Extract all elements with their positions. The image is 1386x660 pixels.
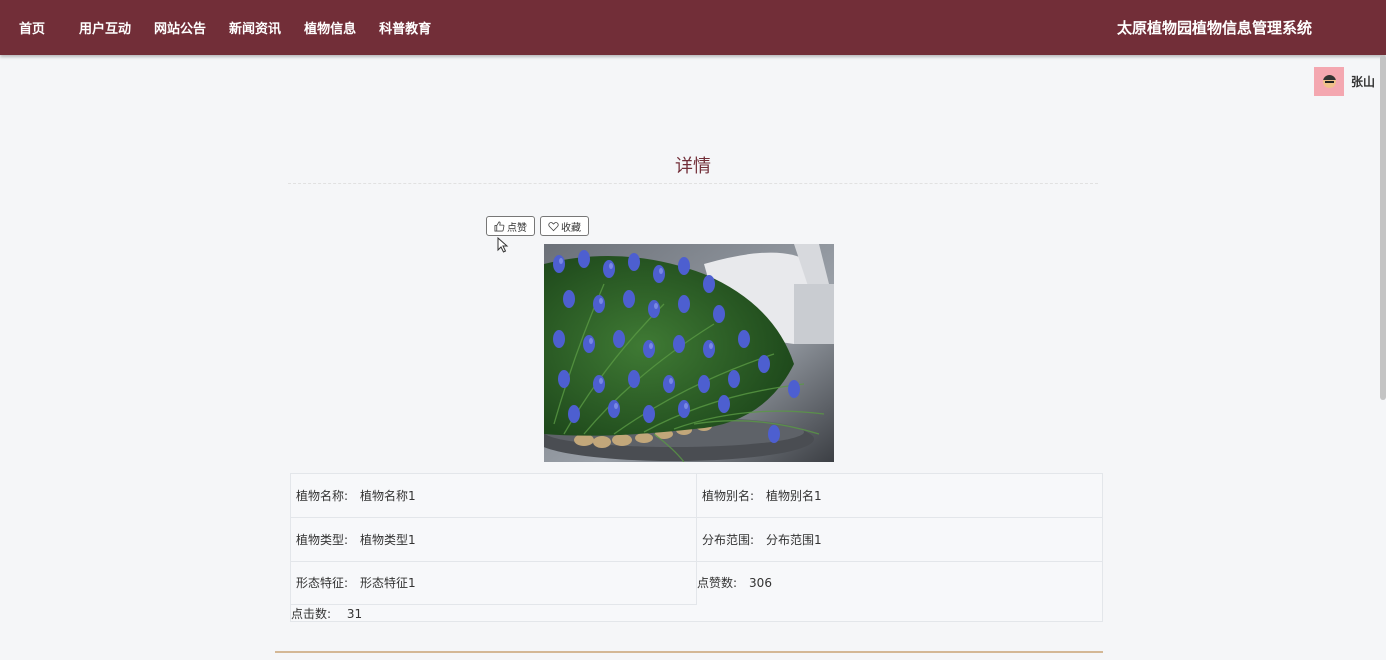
nav-announcements[interactable]: 网站公告: [154, 18, 206, 37]
feature-value: 形态特征1: [360, 576, 416, 590]
nav-user-interaction[interactable]: 用户互动: [79, 18, 131, 37]
thumbs-up-icon: [494, 221, 505, 231]
nav-science-education[interactable]: 科普教育: [379, 18, 431, 37]
clicks-value: 31: [346, 607, 363, 621]
main-nav: 首页 用户互动 网站公告 新闻资讯 植物信息 科普教育: [0, 0, 454, 55]
top-navigation-bar: 首页 用户互动 网站公告 新闻资讯 植物信息 科普教育 太原植物园植物信息管理系…: [0, 0, 1386, 55]
plant-photo-graphic: [544, 244, 834, 462]
info-cell-plant-name: 植物名称: 植物名称1: [291, 474, 697, 518]
info-cell-type: 植物类型: 植物类型1: [291, 518, 697, 562]
favorite-button[interactable]: 收藏: [540, 216, 589, 236]
section-divider: [275, 651, 1103, 653]
user-menu[interactable]: 张山: [1314, 67, 1375, 96]
plant-name-value: 植物名称1: [360, 489, 416, 503]
range-value: 分布范围1: [766, 533, 822, 547]
title-divider: [288, 183, 1098, 184]
page-title: 详情: [675, 156, 711, 177]
clicks-label: 点击数:: [291, 607, 332, 621]
nav-plant-info[interactable]: 植物信息: [304, 18, 356, 37]
favorite-label: 收藏: [561, 222, 581, 234]
info-cell-alias: 植物别名: 植物别名1: [697, 474, 1103, 518]
mouse-cursor-icon: [497, 237, 509, 253]
info-cell-feature: 形态特征: 形态特征1: [291, 561, 697, 605]
plant-image: [544, 244, 834, 462]
range-label: 分布范围:: [702, 533, 755, 547]
avatar-face-icon: [1322, 75, 1336, 88]
info-clicks: 点击数: 31: [291, 605, 362, 622]
nav-news[interactable]: 新闻资讯: [229, 18, 281, 37]
username[interactable]: 张山: [1351, 73, 1375, 90]
plant-name-label: 植物名称:: [296, 489, 349, 503]
likes-label: 点赞数:: [697, 576, 738, 590]
likes-value: 306: [749, 575, 772, 590]
nav-home[interactable]: 首页: [19, 18, 45, 37]
heart-icon: [548, 221, 559, 231]
like-button[interactable]: 点赞: [486, 216, 535, 236]
like-label: 点赞: [507, 222, 527, 234]
type-label: 植物类型:: [296, 533, 349, 547]
avatar[interactable]: [1314, 67, 1344, 96]
alias-label: 植物别名:: [702, 489, 755, 503]
plant-info-table: 植物名称: 植物名称1 植物别名: 植物别名1 植物类型: 植物类型1 分布范围…: [290, 473, 1103, 622]
feature-label: 形态特征:: [296, 576, 349, 590]
page-scrollbar[interactable]: [1380, 55, 1386, 400]
alias-value: 植物别名1: [766, 489, 822, 503]
info-cell-likes: 点赞数: 306: [697, 561, 1103, 604]
type-value: 植物类型1: [360, 533, 416, 547]
site-title: 太原植物园植物信息管理系统: [1117, 19, 1313, 37]
info-cell-range: 分布范围: 分布范围1: [697, 518, 1103, 562]
